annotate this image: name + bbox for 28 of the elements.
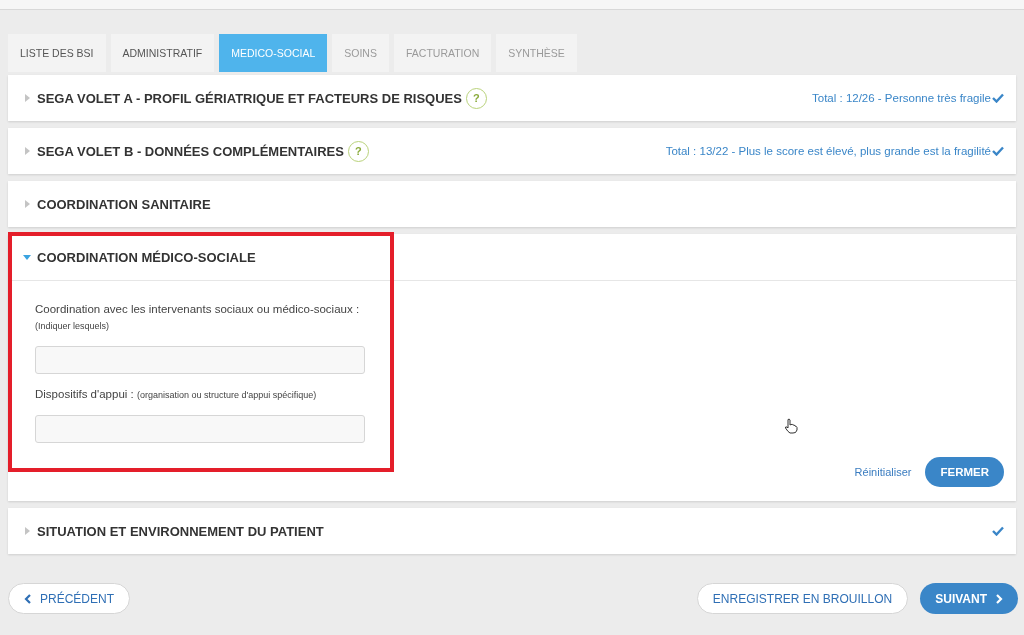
save-draft-button[interactable]: ENREGISTRER EN BROUILLON <box>696 583 909 614</box>
caret-down-icon[interactable] <box>22 252 32 262</box>
hand-cursor-icon <box>784 418 798 434</box>
caret-right-icon[interactable] <box>22 146 32 156</box>
score-summary: Total : 12/26 - Personne très fragile <box>812 92 991 104</box>
field-label: Coordination avec les intervenants sociaux ou médico-sociaux : <box>35 303 360 315</box>
caret-right-icon[interactable] <box>22 526 32 536</box>
caret-right-icon[interactable] <box>22 93 32 103</box>
section-title[interactable]: COORDINATION MÉDICO-SOCIALE <box>37 249 256 265</box>
field-label: Dispositifs d'appui : <box>35 388 134 400</box>
section-title[interactable]: COORDINATION SANITAIRE <box>37 196 211 212</box>
previous-button[interactable]: PRÉCÉDENT <box>8 583 130 614</box>
chevron-right-icon <box>995 593 1003 604</box>
section-title[interactable]: SEGA VOLET B - DONNÉES COMPLÉMENTAIRES <box>37 143 344 159</box>
section-title[interactable]: SEGA VOLET A - PROFIL GÉRIATRIQUE ET FACTEURS DE RISQUES <box>37 90 462 106</box>
field-hint: (organisation ou structure d'appui spécifique) <box>136 390 317 400</box>
section-title[interactable]: SITUATION ET ENVIRONNEMENT DU PATIENT <box>37 523 324 539</box>
tab[interactable]: ADMINISTRATIF <box>110 34 215 72</box>
close-button[interactable]: FERMER <box>925 457 1004 487</box>
next-button[interactable]: SUIVANT <box>920 583 1018 614</box>
chevron-left-icon <box>24 593 32 604</box>
reset-link[interactable]: Réinitialiser <box>854 466 912 478</box>
text-input[interactable] <box>35 346 365 374</box>
score-summary: Total : 13/22 - Plus le score est élevé, plus grande est la fragilité <box>665 145 991 157</box>
caret-right-icon[interactable] <box>22 199 32 209</box>
text-input[interactable] <box>35 415 365 443</box>
field-hint: (Indiquer lesquels) <box>35 321 111 331</box>
tab[interactable]: LISTE DES BSI <box>8 34 106 72</box>
